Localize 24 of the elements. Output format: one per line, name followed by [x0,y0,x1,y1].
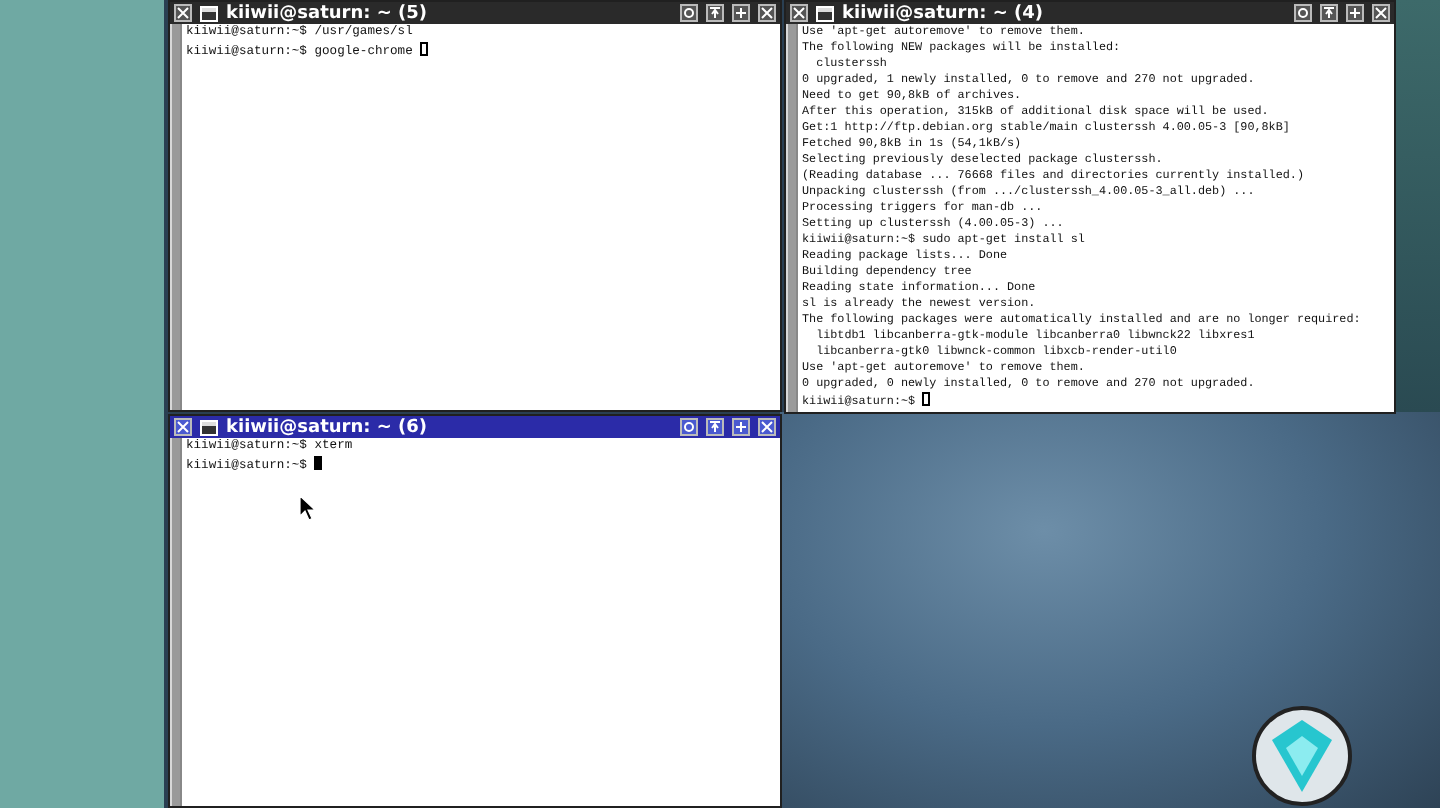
close-button[interactable] [174,418,192,436]
maximize-button[interactable] [1346,4,1364,22]
menu-button[interactable] [1294,4,1312,22]
menu-button[interactable] [680,418,698,436]
mouse-pointer-icon [300,496,316,520]
close-button[interactable] [1372,4,1390,22]
scrollbar[interactable] [786,24,798,412]
close-button[interactable] [790,4,808,22]
diamond-logo-icon [1252,704,1352,808]
shade-button[interactable] [1320,4,1338,22]
window-title: kiiwii@saturn: ~ (5) [226,3,430,23]
maximize-button[interactable] [732,4,750,22]
terminal-icon [200,419,218,435]
scrollbar[interactable] [170,24,182,410]
window-title: kiiwii@saturn: ~ (6) [226,417,430,437]
menu-button[interactable] [680,4,698,22]
shade-button[interactable] [706,418,724,436]
shade-button[interactable] [706,4,724,22]
scrollbar[interactable] [170,438,182,806]
maximize-button[interactable] [732,418,750,436]
close-button[interactable] [758,4,776,22]
close-button[interactable] [174,4,192,22]
close-button[interactable] [758,418,776,436]
window-title: kiiwii@saturn: ~ (4) [842,3,1046,23]
